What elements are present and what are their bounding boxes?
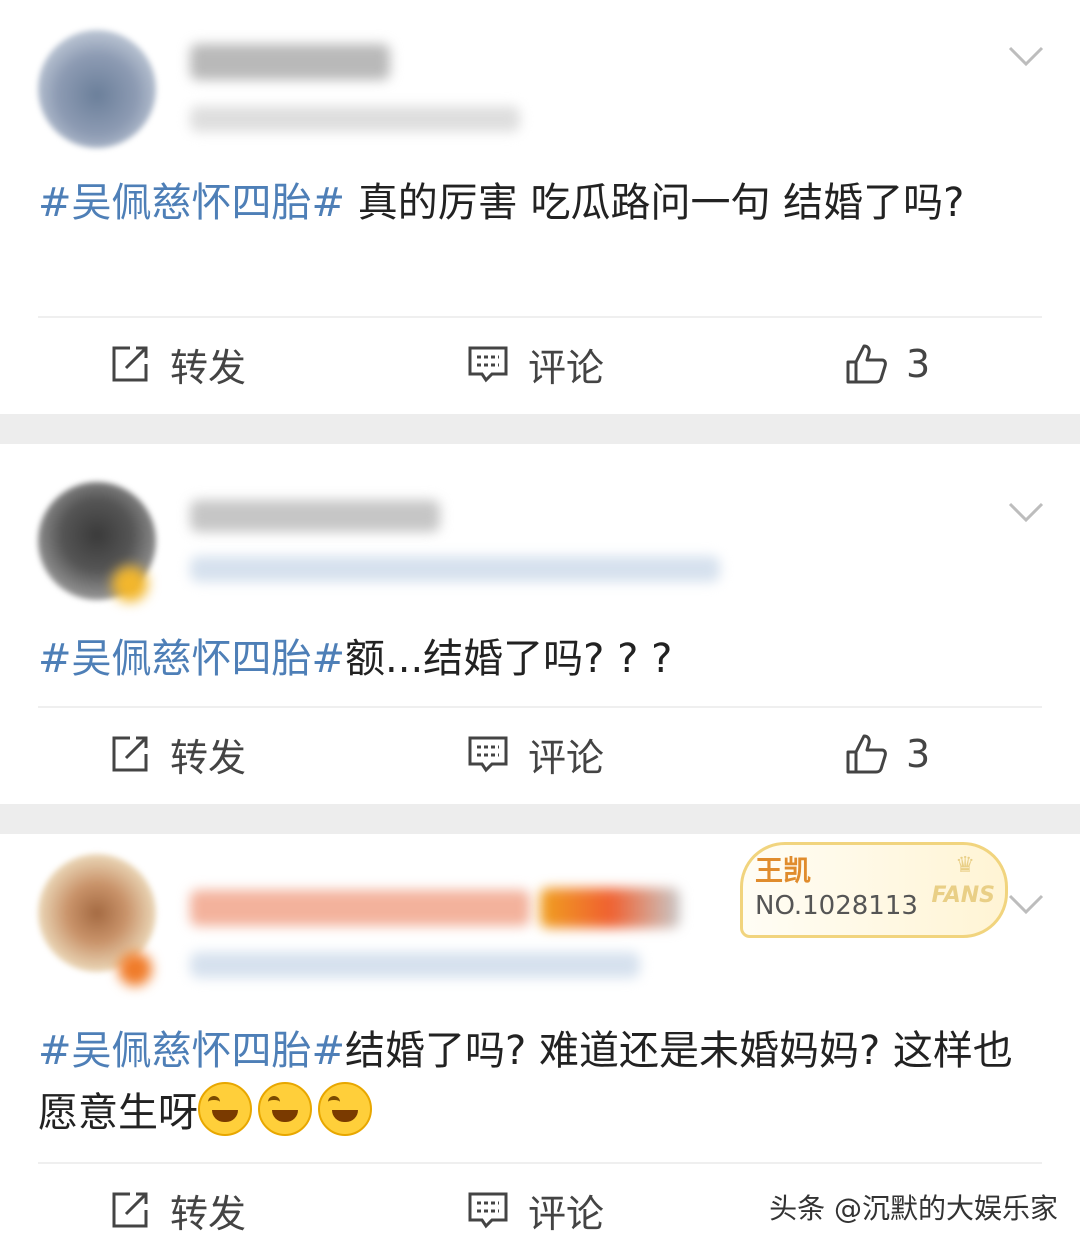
repost-button[interactable]: 转发 <box>108 724 246 784</box>
meta-blurred <box>190 556 720 582</box>
repost-label: 转发 <box>170 1191 247 1236</box>
post-text: 额...结婚了吗? ? ? <box>345 636 673 682</box>
chevron-down-icon[interactable] <box>1006 500 1046 524</box>
action-bar: 转发 评论 3 <box>0 334 1080 394</box>
repost-icon <box>108 342 152 386</box>
like-count: 3 <box>906 342 931 386</box>
like-button[interactable]: 3 <box>844 334 930 394</box>
comment-label: 评论 <box>528 735 605 780</box>
laugh-cry-emoji <box>258 1082 312 1136</box>
user-badges-blurred <box>540 888 680 928</box>
like-icon <box>844 732 888 776</box>
laugh-cry-emoji <box>318 1082 372 1136</box>
meta-blurred <box>190 106 520 132</box>
divider <box>38 316 1042 318</box>
hashtag-link[interactable]: #吴佩慈怀四胎# <box>38 636 345 682</box>
repost-label: 转发 <box>170 735 247 780</box>
laugh-cry-emoji <box>198 1082 252 1136</box>
post-2: #吴佩慈怀四胎#额...结婚了吗? ? ? 转发 评论 3 <box>0 444 1080 804</box>
username-blurred[interactable] <box>190 890 530 926</box>
post-content: #吴佩慈怀四胎#结婚了吗? 难道还是未婚妈妈? 这样也愿意生呀 <box>38 1020 1050 1144</box>
username-blurred[interactable] <box>190 500 440 532</box>
fans-badge-tag: FANS <box>931 883 995 908</box>
comment-icon <box>466 732 510 776</box>
fans-badge[interactable]: 王凯 ♛ NO.1028113 FANS <box>740 842 1008 938</box>
verified-badge-blurred <box>118 952 152 986</box>
post-1: #吴佩慈怀四胎# 真的厉害 吃瓜路问一句 结婚了吗? 转发 评论 3 <box>0 0 1080 414</box>
hashtag-link[interactable]: #吴佩慈怀四胎# <box>38 1028 345 1074</box>
repost-button[interactable]: 转发 <box>108 334 246 394</box>
hashtag-link[interactable]: #吴佩慈怀四胎# <box>38 180 345 226</box>
comment-button[interactable]: 评论 <box>466 334 604 394</box>
avatar[interactable] <box>38 30 156 148</box>
like-icon <box>844 342 888 386</box>
fans-badge-name: 王凯 <box>755 854 812 887</box>
comment-button[interactable]: 评论 <box>466 1180 604 1240</box>
like-count: 3 <box>906 732 931 776</box>
fans-badge-number: NO.1028113 <box>755 891 918 921</box>
post-separator <box>0 414 1080 444</box>
divider <box>38 706 1042 708</box>
comment-label: 评论 <box>528 1191 605 1236</box>
divider <box>38 1162 1042 1164</box>
watermark: 头条 @沉默的大娱乐家 <box>769 1192 1058 1225</box>
username-blurred[interactable] <box>190 44 390 80</box>
verified-badge-blurred <box>112 566 148 602</box>
repost-icon <box>108 732 152 776</box>
comment-icon <box>466 1188 510 1232</box>
post-separator <box>0 804 1080 834</box>
repost-label: 转发 <box>170 345 247 390</box>
comment-label: 评论 <box>528 345 605 390</box>
crown-icon: ♛ <box>955 853 975 878</box>
chevron-down-icon[interactable] <box>1006 44 1046 68</box>
post-content: #吴佩慈怀四胎#额...结婚了吗? ? ? <box>38 628 1050 690</box>
like-button[interactable]: 3 <box>844 724 930 784</box>
meta-blurred <box>190 952 640 978</box>
comment-icon <box>466 342 510 386</box>
post-text: 真的厉害 吃瓜路问一句 结婚了吗? <box>345 180 965 226</box>
comment-button[interactable]: 评论 <box>466 724 604 784</box>
repost-button[interactable]: 转发 <box>108 1180 246 1240</box>
action-bar: 转发 评论 3 <box>0 724 1080 784</box>
repost-icon <box>108 1188 152 1232</box>
chevron-down-icon[interactable] <box>1006 892 1046 916</box>
post-content: #吴佩慈怀四胎# 真的厉害 吃瓜路问一句 结婚了吗? <box>38 172 1050 234</box>
